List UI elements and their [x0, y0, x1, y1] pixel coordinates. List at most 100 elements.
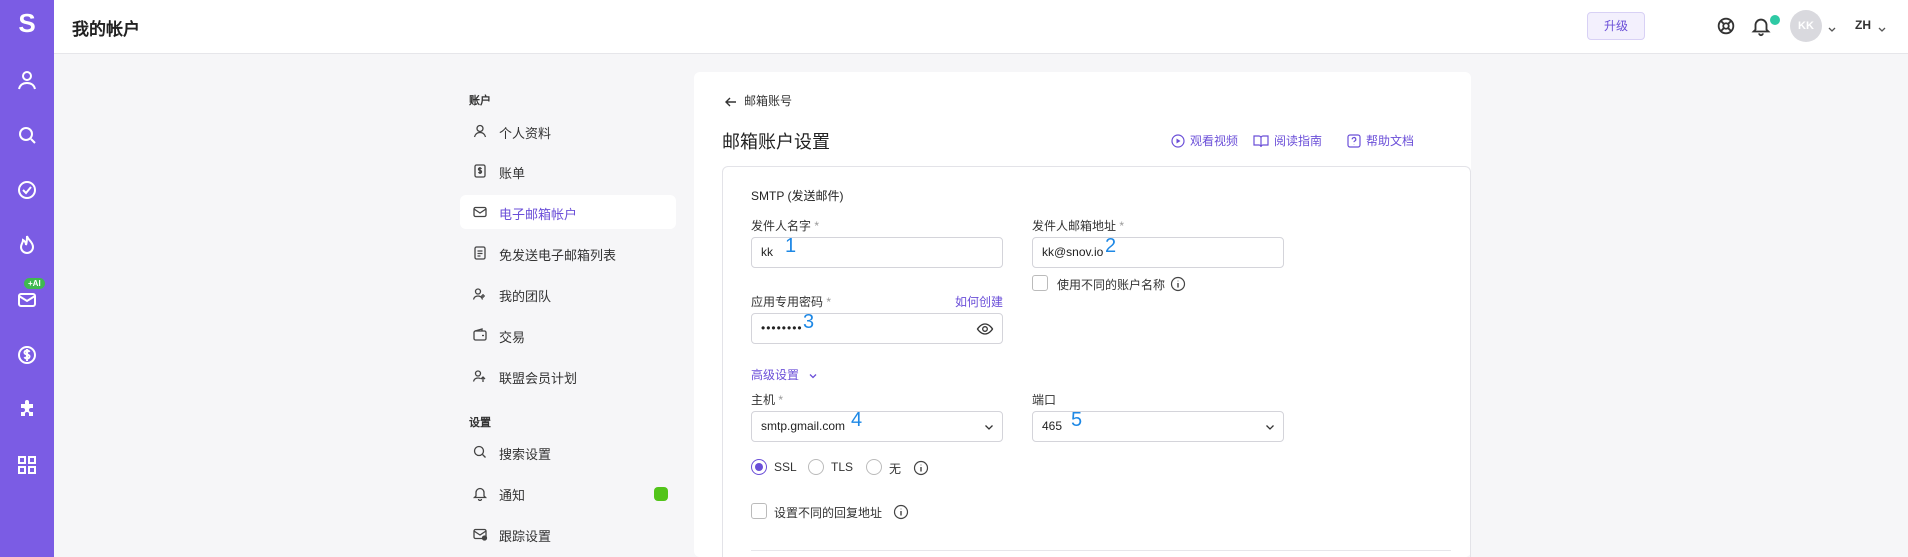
different-reply-label: 设置不同的回复地址 — [774, 506, 883, 520]
reply-info-icon[interactable] — [893, 504, 909, 520]
different-account-name-checkbox[interactable] — [1032, 275, 1048, 291]
bell-icon — [472, 485, 488, 502]
none-radio[interactable] — [866, 459, 882, 475]
host-label: 主机 * — [751, 393, 784, 407]
notification-dot — [1770, 15, 1780, 25]
language-chevron-down-icon[interactable] — [1878, 22, 1886, 32]
nav-item-transactions[interactable]: 交易 — [460, 318, 676, 352]
contacts-icon[interactable] — [15, 68, 39, 92]
dollar-icon[interactable] — [15, 343, 39, 367]
nav-item-label: 账单 — [499, 166, 526, 181]
host-chevron-down-icon[interactable] — [983, 421, 995, 433]
billing-icon — [472, 163, 488, 179]
book-icon — [1253, 135, 1269, 148]
back-label: 邮箱账号 — [744, 94, 793, 108]
host-select[interactable]: smtp.gmail.com — [751, 411, 1003, 442]
page-title: 我的帐户 — [72, 20, 140, 39]
section-divider — [751, 550, 1451, 551]
info-icon[interactable] — [1170, 276, 1186, 292]
nav-item-label: 个人资料 — [499, 126, 552, 141]
nav-item-label: 我的团队 — [499, 289, 552, 304]
language-switcher[interactable]: ZH — [1855, 18, 1871, 32]
nav-item-billing[interactable]: 账单 — [460, 154, 676, 188]
port-select[interactable]: 465 — [1032, 411, 1284, 442]
wallet-icon — [472, 327, 488, 343]
chevron-down-icon — [809, 373, 817, 379]
nav-item-label: 联盟会员计划 — [499, 371, 578, 386]
back-link[interactable]: 邮箱账号 — [724, 92, 792, 109]
annotation-3: 3 — [803, 311, 815, 333]
sender-name-label: 发件人名字 * — [751, 219, 820, 233]
left-rail: S +AI — [0, 0, 54, 557]
list-icon — [472, 245, 488, 261]
nav-item-do-not-email-list[interactable]: 免发送电子邮箱列表 — [460, 236, 676, 270]
help-docs-link[interactable]: 帮助文档 — [1347, 132, 1414, 149]
team-icon — [472, 286, 488, 302]
ssl-label: SSL — [774, 460, 797, 474]
smtp-settings-panel: SMTP (发送邮件) 发件人名字 * kk 1 发件人邮箱地址 * kk@sn… — [722, 166, 1471, 557]
watch-video-label: 观看视频 — [1190, 134, 1239, 148]
different-reply-checkbox[interactable] — [751, 503, 767, 519]
nav-item-affiliate[interactable]: 联盟会员计划 — [460, 359, 676, 393]
nav-item-label: 跟踪设置 — [499, 529, 552, 544]
nav-item-profile[interactable]: 个人资料 — [460, 114, 676, 148]
app-logo[interactable]: S — [0, 8, 54, 39]
avatar-chevron-down-icon[interactable] — [1828, 22, 1836, 32]
help-icon — [1347, 134, 1361, 148]
card-title: 邮箱账户设置 — [722, 132, 830, 152]
annotation-4: 4 — [851, 409, 863, 431]
nav-item-team[interactable]: 我的团队 — [460, 277, 676, 311]
flame-icon[interactable] — [15, 233, 39, 257]
upgrade-button[interactable]: 升级 — [1587, 12, 1645, 40]
nav-item-search-settings[interactable]: 搜索设置 — [460, 435, 676, 469]
email-account-settings-card: 邮箱账号 邮箱账户设置 观看视频 阅读指南 帮助文档 SMTP (发送邮件) 发… — [694, 72, 1471, 557]
nav-section-settings: 设置 — [469, 417, 491, 429]
bell-notification-icon[interactable] — [1750, 15, 1772, 37]
ssl-radio[interactable] — [751, 459, 767, 475]
apps-icon[interactable] — [15, 453, 39, 477]
nav-item-label: 免发送电子邮箱列表 — [499, 248, 617, 263]
arrow-left-icon — [725, 97, 736, 107]
watch-video-link[interactable]: 观看视频 — [1171, 132, 1238, 149]
annotation-1: 1 — [785, 235, 797, 257]
check-icon[interactable] — [15, 178, 39, 202]
sender-email-input[interactable]: kk@snov.io — [1032, 237, 1284, 268]
play-icon — [1171, 134, 1185, 148]
nav-item-label: 交易 — [499, 330, 526, 345]
nav-item-label: 电子邮箱帐户 — [499, 207, 578, 222]
smtp-section-title: SMTP (发送邮件) — [751, 189, 844, 203]
tracking-icon — [472, 526, 488, 542]
eye-icon[interactable] — [976, 320, 994, 338]
avatar[interactable]: KK — [1790, 10, 1822, 42]
none-label: 无 — [889, 462, 902, 476]
nav-item-tracking-settings[interactable]: 跟踪设置 — [460, 517, 676, 551]
search-rail-icon[interactable] — [15, 123, 39, 147]
search-icon — [472, 444, 488, 460]
nav-item-label: 搜索设置 — [499, 447, 552, 462]
support-icon[interactable] — [1715, 15, 1737, 37]
encryption-info-icon[interactable] — [913, 460, 929, 476]
nav-item-notifications[interactable]: 通知 — [460, 476, 676, 510]
advanced-settings-toggle[interactable]: 高级设置 — [751, 366, 818, 383]
how-to-create-link[interactable]: 如何创建 — [955, 293, 1003, 310]
user-icon — [472, 123, 488, 139]
read-guide-label: 阅读指南 — [1274, 134, 1323, 148]
help-docs-label: 帮助文档 — [1366, 134, 1415, 148]
tls-radio[interactable] — [808, 459, 824, 475]
read-guide-link[interactable]: 阅读指南 — [1253, 132, 1322, 149]
different-account-name-label: 使用不同的账户名称 — [1057, 278, 1166, 292]
port-chevron-down-icon[interactable] — [1264, 421, 1276, 433]
puzzle-icon[interactable] — [15, 398, 39, 422]
annotation-2: 2 — [1105, 235, 1117, 257]
annotation-5: 5 — [1071, 409, 1083, 431]
tls-label: TLS — [831, 460, 854, 474]
app-password-input[interactable]: •••••••• — [751, 313, 1003, 344]
mail-rail-icon[interactable] — [15, 288, 39, 312]
sender-email-label: 发件人邮箱地址 * — [1032, 219, 1125, 233]
new-badge — [654, 487, 668, 501]
nav-item-label: 通知 — [499, 488, 526, 503]
nav-item-email-accounts[interactable]: 电子邮箱帐户 — [460, 195, 676, 229]
nav-section-account: 账户 — [469, 95, 491, 107]
port-label: 端口 — [1032, 393, 1057, 407]
affiliate-icon — [472, 368, 488, 384]
